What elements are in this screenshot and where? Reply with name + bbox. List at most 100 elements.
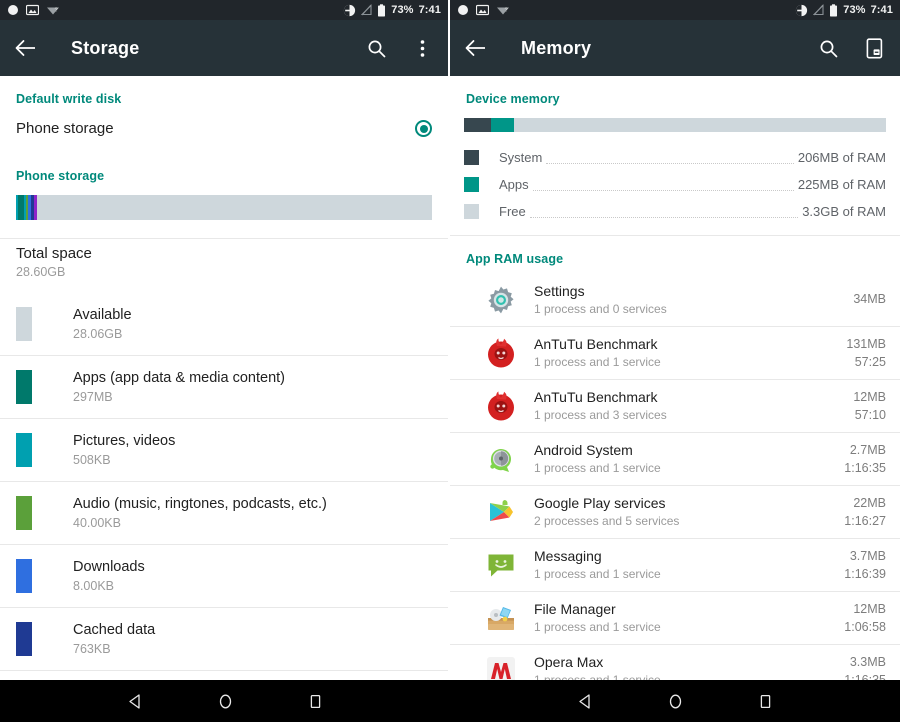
status-icons-left-2: ?	[457, 4, 510, 16]
app-process-info: 1 process and 3 services	[534, 408, 667, 422]
storage-list-item[interactable]: Cached data 763KB	[0, 608, 448, 670]
storage-category-list: Available 28.06GB Apps (app data & media c…	[0, 293, 448, 722]
memory-action-bar: Memory	[450, 20, 900, 76]
app-process-info: 1 process and 1 service	[534, 461, 661, 475]
default-write-disk-option[interactable]: Phone storage	[0, 106, 448, 153]
memory-panel: ? 73% 7:41 Memory Device memory System 2…	[450, 0, 900, 722]
memory-legend-label: System	[499, 150, 543, 165]
app-ram-row[interactable]: AnTuTu Benchmark 1 process and 3 services…	[450, 380, 900, 432]
storage-panel: ? 73% 7:41 Storage Default write disk Ph…	[0, 0, 450, 722]
app-name: AnTuTu Benchmark	[534, 336, 658, 352]
svg-text:?: ?	[505, 7, 508, 13]
memory-bar-segment-system	[464, 118, 491, 132]
radio-button-selected[interactable]	[415, 120, 432, 137]
app-stats: 12MB 57:10	[845, 389, 886, 423]
app-ram-row[interactable]: File Manager 1 process and 1 service 12MB 1…	[450, 592, 900, 644]
nav-bar-right	[450, 680, 900, 722]
battery-icon	[377, 3, 386, 17]
recents-button[interactable]	[302, 688, 328, 714]
recents-button[interactable]	[752, 688, 778, 714]
back-button[interactable]	[122, 688, 148, 714]
storage-item-text: Available 28.06GB	[73, 306, 132, 342]
app-ram-list: Settings 1 process and 0 services 34MB AnTu…	[450, 274, 900, 722]
svg-text:?: ?	[55, 7, 58, 13]
app-stats: 12MB 1:06:58	[836, 601, 886, 635]
storage-item-value: 763KB	[73, 642, 111, 656]
app-text: Android System 1 process and 1 service	[534, 442, 836, 476]
app-memory: 131MB	[846, 337, 886, 351]
storage-bar-segment-misc	[33, 195, 37, 220]
storage-list-item[interactable]: Downloads 8.00KB	[0, 545, 448, 607]
do-not-disturb-icon	[795, 4, 808, 17]
device-memory-meter-wrap	[450, 106, 900, 140]
device-memory-bar	[464, 118, 886, 132]
app-ram-row[interactable]: Google Play services 2 processes and 5 se…	[450, 486, 900, 538]
total-space-label: Total space	[16, 245, 92, 262]
leader-dots	[529, 217, 799, 218]
storage-item-text: Cached data 763KB	[73, 621, 155, 657]
storage-list-item[interactable]: Available 28.06GB	[0, 293, 448, 355]
app-text: AnTuTu Benchmark 1 process and 1 service	[534, 336, 838, 370]
app-text: Messaging 1 process and 1 service	[534, 548, 836, 582]
battery-percent: 73%	[391, 4, 414, 16]
back-button[interactable]	[572, 688, 598, 714]
storage-item-text: Apps (app data & media content) 297MB	[73, 369, 285, 405]
section-device-memory: Device memory	[466, 92, 560, 106]
storage-item-label: Apps (app data & media content)	[73, 370, 285, 386]
storage-actions	[364, 36, 434, 60]
color-swatch	[16, 433, 32, 467]
storage-list-item[interactable]: Audio (music, ringtones, podcasts, etc.)…	[0, 482, 448, 544]
memory-legend-row: Free 3.3GB of RAM	[464, 198, 886, 225]
storage-list-item[interactable]: Apps (app data & media content) 297MB	[0, 356, 448, 418]
screenshot-icon	[476, 4, 489, 16]
storage-item-label: Downloads	[73, 559, 145, 575]
storage-item-text: Audio (music, ringtones, podcasts, etc.)…	[73, 495, 327, 531]
antutu-icon	[484, 389, 518, 423]
app-process-info: 1 process and 1 service	[534, 355, 661, 369]
memory-legend-row: System 206MB of RAM	[464, 144, 886, 171]
storage-list-item[interactable]: Pictures, videos 508KB	[0, 419, 448, 481]
search-icon[interactable]	[364, 36, 388, 60]
memory-bar-segment-free	[514, 118, 886, 132]
color-swatch	[464, 204, 479, 219]
app-ram-row[interactable]: Android System 1 process and 1 service 2.7…	[450, 433, 900, 485]
app-text: AnTuTu Benchmark 1 process and 3 services	[534, 389, 845, 423]
color-swatch	[16, 307, 32, 341]
android-system-icon	[484, 442, 518, 476]
memory-legend-value: 3.3GB of RAM	[802, 204, 886, 219]
google-play-services-icon	[484, 495, 518, 529]
app-runtime: 1:16:39	[844, 567, 886, 581]
status-bar-right: ? 73% 7:41	[450, 0, 900, 20]
app-name: Google Play services	[534, 495, 666, 511]
app-memory: 34MB	[853, 291, 886, 306]
memory-content: Device memory System 206MB of RAM Apps 225M…	[450, 76, 900, 722]
leader-dots	[546, 163, 794, 164]
storage-device-icon[interactable]	[862, 36, 886, 60]
memory-legend-label: Apps	[499, 177, 529, 192]
app-ram-row[interactable]: Settings 1 process and 0 services 34MB	[450, 274, 900, 326]
app-memory: 22MB	[853, 496, 886, 510]
signal-off-icon	[361, 4, 372, 16]
dual-screenshot: ? 73% 7:41 Storage Default write disk Ph…	[0, 0, 900, 722]
app-stats: 34MB	[845, 291, 886, 310]
storage-item-value: 40.00KB	[73, 516, 121, 530]
app-name: Opera Max	[534, 654, 604, 670]
app-stats: 3.7MB 1:16:39	[836, 548, 886, 582]
antutu-icon	[484, 336, 518, 370]
overflow-menu-icon[interactable]	[410, 36, 434, 60]
app-ram-row[interactable]: AnTuTu Benchmark 1 process and 1 service 1…	[450, 327, 900, 379]
home-button[interactable]	[212, 688, 238, 714]
back-arrow-icon[interactable]	[14, 36, 38, 60]
home-button[interactable]	[662, 688, 688, 714]
app-memory: 2.7MB	[849, 443, 886, 457]
app-runtime: 57:10	[854, 408, 886, 422]
clock: 7:41	[418, 4, 441, 16]
search-icon[interactable]	[816, 36, 840, 60]
app-ram-row[interactable]: Messaging 1 process and 1 service 3.7MB 1:1…	[450, 539, 900, 591]
app-text: File Manager 1 process and 1 service	[534, 601, 836, 635]
clock: 7:41	[870, 4, 893, 16]
total-space-block: Total space 28.60GB	[0, 239, 448, 293]
default-write-disk-label: Phone storage	[16, 120, 114, 137]
back-arrow-icon[interactable]	[464, 36, 488, 60]
page-title: Memory	[521, 37, 592, 58]
